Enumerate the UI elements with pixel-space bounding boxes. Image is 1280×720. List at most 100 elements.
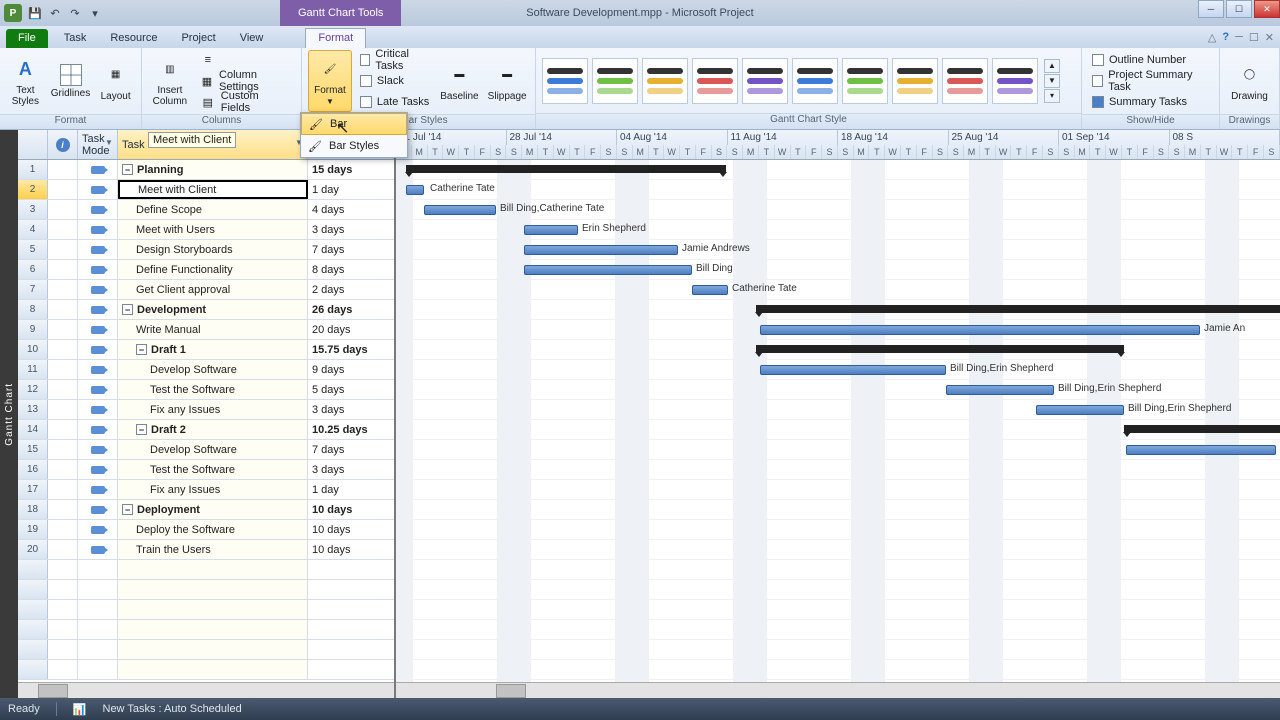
mdi-close-icon[interactable]: ✕ xyxy=(1265,31,1274,44)
collapse-icon[interactable]: − xyxy=(136,344,147,355)
cell-mode[interactable] xyxy=(78,480,118,499)
cell-info[interactable] xyxy=(48,200,78,219)
table-row[interactable]: 16 Test the Software3 days xyxy=(18,460,394,480)
redo-icon[interactable]: ↷ xyxy=(66,4,84,22)
row-number[interactable]: 11 xyxy=(18,360,48,379)
cell-task-name[interactable]: Meet with Users xyxy=(118,220,308,239)
row-number[interactable]: 3 xyxy=(18,200,48,219)
minimize-button[interactable]: ─ xyxy=(1198,0,1224,18)
task-bar[interactable] xyxy=(760,325,1200,335)
cell-mode[interactable] xyxy=(78,200,118,219)
gantt-row[interactable]: Bill Ding,Erin Shepherd xyxy=(396,380,1280,400)
cell-task-name[interactable]: Meet with Client xyxy=(118,180,308,199)
table-row-empty[interactable] xyxy=(18,600,394,620)
table-row[interactable]: 7Get Client approval2 days xyxy=(18,280,394,300)
cell-duration[interactable]: 3 days xyxy=(308,460,394,479)
cell-task-name[interactable]: −Planning xyxy=(118,160,308,179)
cell-info[interactable] xyxy=(48,340,78,359)
gantt-row[interactable] xyxy=(396,300,1280,320)
cell-duration[interactable]: 10.25 days xyxy=(308,420,394,439)
table-row[interactable]: 12Test the Software5 days xyxy=(18,380,394,400)
menu-item-bar-styles[interactable]: 🖌Bar Styles xyxy=(301,135,407,157)
gantt-row[interactable]: Bill Ding,Catherine Tate xyxy=(396,200,1280,220)
row-number[interactable]: 6 xyxy=(18,260,48,279)
row-number[interactable]: 16 xyxy=(18,460,48,479)
cell-info[interactable] xyxy=(48,180,78,199)
cell-info[interactable] xyxy=(48,360,78,379)
cell-mode[interactable] xyxy=(78,460,118,479)
col-info[interactable]: i xyxy=(48,130,78,159)
app-icon[interactable]: P xyxy=(4,4,22,22)
table-row[interactable]: 5 Design Storyboards7 days xyxy=(18,240,394,260)
custom-fields-button[interactable]: ▤Custom Fields xyxy=(196,92,295,112)
tab-file[interactable]: File xyxy=(6,29,48,48)
table-row-empty[interactable] xyxy=(18,560,394,580)
gantt-row[interactable]: Bill Ding xyxy=(396,260,1280,280)
cell-duration[interactable]: 7 days xyxy=(308,240,394,259)
task-bar[interactable] xyxy=(1126,445,1276,455)
cell-duration[interactable]: 3 days xyxy=(308,220,394,239)
gantt-row[interactable] xyxy=(396,160,1280,180)
cell-duration[interactable]: 15.75 days xyxy=(308,340,394,359)
gallery-item[interactable] xyxy=(742,58,788,104)
table-row[interactable]: 10−Draft 115.75 days xyxy=(18,340,394,360)
task-bar[interactable] xyxy=(406,185,424,195)
cell-task-name[interactable]: Test the Software xyxy=(118,460,308,479)
cell-task-name[interactable]: Define Scope xyxy=(118,200,308,219)
gantt-body[interactable]: Catherine TateBill Ding,Catherine TateEr… xyxy=(396,160,1280,682)
row-number[interactable]: 2 xyxy=(18,180,48,199)
table-row[interactable]: 17Fix any Issues1 day xyxy=(18,480,394,500)
cell-task-name[interactable]: Train the Users xyxy=(118,540,308,559)
gantt-row[interactable]: Catherine Tate xyxy=(396,180,1280,200)
column-settings-button[interactable]: ▦Column Settings xyxy=(196,71,295,91)
gantt-style-gallery[interactable]: ▲▼▾ xyxy=(536,48,1081,113)
cell-task-name[interactable]: Fix any Issues xyxy=(118,400,308,419)
cell-info[interactable] xyxy=(48,220,78,239)
table-row[interactable]: 6Define Functionality8 days xyxy=(18,260,394,280)
close-button[interactable]: ✕ xyxy=(1254,0,1280,18)
gantt-row[interactable]: Bill Ding,Erin Shepherd xyxy=(396,400,1280,420)
row-number[interactable]: 5 xyxy=(18,240,48,259)
cell-duration[interactable]: 20 days xyxy=(308,320,394,339)
row-number[interactable]: 9 xyxy=(18,320,48,339)
collapse-icon[interactable]: − xyxy=(122,304,133,315)
gantt-row[interactable] xyxy=(396,440,1280,460)
gantt-row[interactable] xyxy=(396,460,1280,480)
gallery-item[interactable] xyxy=(892,58,938,104)
tab-project[interactable]: Project xyxy=(169,29,227,48)
gantt-row[interactable]: Catherine Tate xyxy=(396,280,1280,300)
cell-info[interactable] xyxy=(48,260,78,279)
cell-task-name[interactable]: Develop Software xyxy=(118,440,308,459)
cell-task-name[interactable]: Develop Software xyxy=(118,360,308,379)
mdi-min-icon[interactable]: ─ xyxy=(1235,31,1243,43)
task-bar[interactable] xyxy=(760,365,946,375)
cell-mode[interactable] xyxy=(78,240,118,259)
cell-duration[interactable]: 10 days xyxy=(308,520,394,539)
cell-task-name[interactable]: Design Storyboards xyxy=(118,240,308,259)
cell-duration[interactable]: 9 days xyxy=(308,360,394,379)
row-number[interactable]: 12 xyxy=(18,380,48,399)
cell-duration[interactable]: 26 days xyxy=(308,300,394,319)
gantt-row[interactable] xyxy=(396,420,1280,440)
cell-mode[interactable] xyxy=(78,180,118,199)
cell-mode[interactable] xyxy=(78,360,118,379)
chevron-down-icon[interactable]: ▼ xyxy=(105,138,115,148)
cell-mode[interactable] xyxy=(78,340,118,359)
table-row[interactable]: 8−Development26 days xyxy=(18,300,394,320)
gantt-row[interactable] xyxy=(396,480,1280,500)
tab-task[interactable]: Task xyxy=(52,29,99,48)
gallery-item[interactable] xyxy=(642,58,688,104)
late-tasks-checkbox[interactable]: Late Tasks xyxy=(356,92,434,112)
cell-mode[interactable] xyxy=(78,520,118,539)
gantt-timescale[interactable]: 21 Jul '1428 Jul '1404 Aug '1411 Aug '14… xyxy=(396,130,1280,160)
table-row[interactable]: 2Meet with Client1 day xyxy=(18,180,394,200)
cell-duration[interactable]: 2 days xyxy=(308,280,394,299)
cell-info[interactable] xyxy=(48,440,78,459)
cell-duration[interactable]: 4 days xyxy=(308,200,394,219)
cell-mode[interactable] xyxy=(78,500,118,519)
cell-info[interactable] xyxy=(48,420,78,439)
row-number[interactable]: 19 xyxy=(18,520,48,539)
cell-info[interactable] xyxy=(48,380,78,399)
cell-mode[interactable] xyxy=(78,300,118,319)
cell-mode[interactable] xyxy=(78,280,118,299)
